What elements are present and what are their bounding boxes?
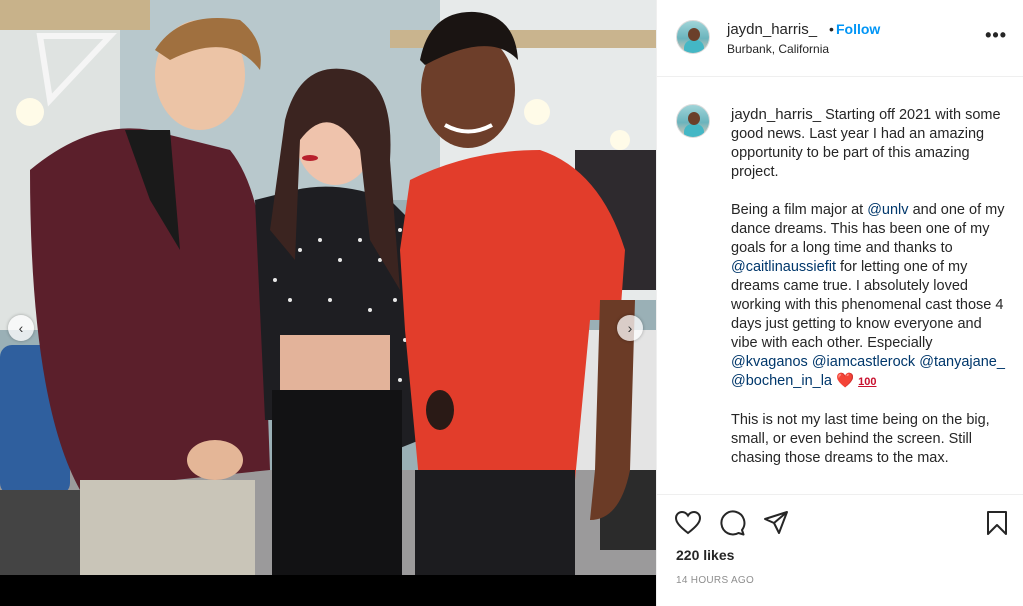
follow-button[interactable]: Follow <box>836 21 880 37</box>
mention-unlv[interactable]: @unlv <box>867 202 908 218</box>
post-photo[interactable]: ‹ › <box>0 0 656 575</box>
follow-separator: • <box>829 21 834 37</box>
caption-paragraph-2: Being a film major at @unlv and one of m… <box>731 201 1006 392</box>
photo-illustration <box>0 0 656 575</box>
mention-iamcastlerock[interactable]: @iamcastlerock <box>812 354 915 370</box>
heart-emoji: ❤️ <box>836 373 855 389</box>
caption-avatar[interactable] <box>676 104 710 138</box>
header-username[interactable]: jaydn_harris_ <box>727 21 817 38</box>
post-sidebar: jaydn_harris_ • Follow Burbank, Californ… <box>656 0 1023 606</box>
avatar[interactable] <box>676 20 710 54</box>
heart-icon[interactable] <box>674 509 702 537</box>
caption-text-3: This is not my last time being on the bi… <box>731 412 990 466</box>
location-link[interactable]: Burbank, California <box>727 42 829 56</box>
post-header: jaydn_harris_ • Follow Burbank, Californ… <box>657 0 1023 77</box>
caption-text: jaydn_harris_ Starting off 2021 with som… <box>731 105 1006 487</box>
more-icon[interactable]: ••• <box>985 26 1007 44</box>
comment-icon[interactable] <box>718 509 746 537</box>
hundred-points-emoji: 100 <box>858 376 877 388</box>
mention-caitlinaussiefit[interactable]: @caitlinaussiefit <box>731 259 836 275</box>
caption-area: jaydn_harris_ Starting off 2021 with som… <box>657 78 1023 494</box>
chevron-right-icon[interactable]: › <box>617 315 643 341</box>
like-count[interactable]: 220 likes <box>676 547 734 563</box>
bookmark-icon[interactable] <box>983 509 1011 537</box>
share-icon[interactable] <box>762 509 790 537</box>
action-bar: 220 likes 14 HOURS AGO <box>657 494 1023 606</box>
mention-kvaganos[interactable]: @kvaganos <box>731 354 808 370</box>
mention-bochen-in-la[interactable]: @bochen_in_la <box>731 373 832 389</box>
caption-paragraph-1: jaydn_harris_ Starting off 2021 with som… <box>731 105 1006 182</box>
caption-username[interactable]: jaydn_harris_ <box>731 106 821 123</box>
photo-bottom-bar <box>0 575 656 606</box>
mention-tanyajane[interactable]: @tanyajane_ <box>919 354 1005 370</box>
caption-text-2a: Being a film major at <box>731 202 864 218</box>
post-timestamp[interactable]: 14 HOURS AGO <box>676 575 754 586</box>
caption-paragraph-3: This is not my last time being on the bi… <box>731 411 1006 468</box>
chevron-left-icon[interactable]: ‹ <box>8 315 34 341</box>
